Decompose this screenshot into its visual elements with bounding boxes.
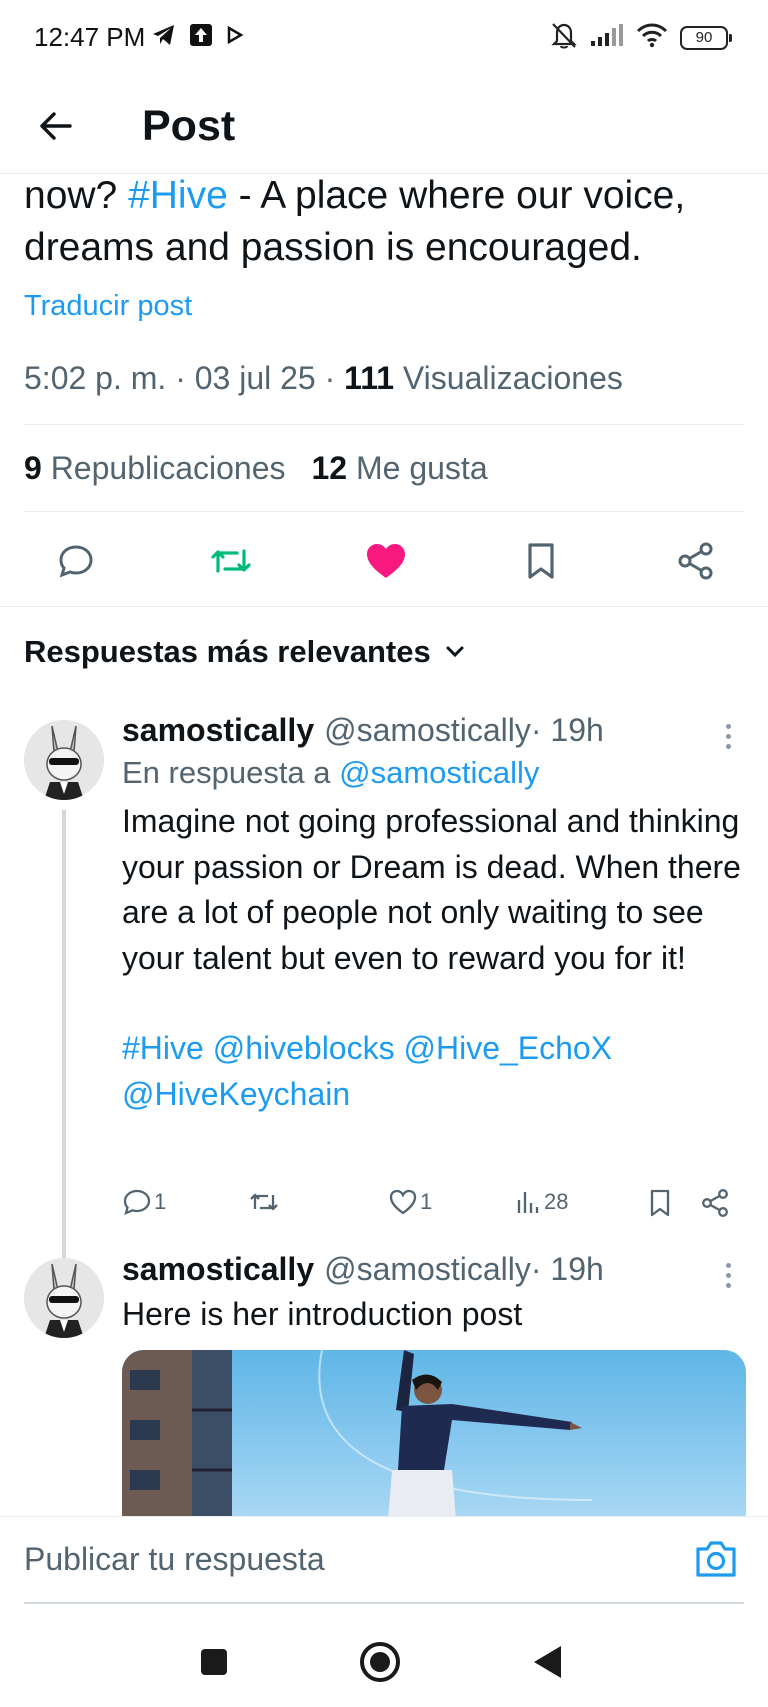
reply-repost-button[interactable]: [248, 1188, 280, 1216]
post-stats: 9 Republicaciones 12 Me gusta: [24, 450, 488, 487]
post-meta: 5:02 p. m. · 03 jul 25 · 111 Visualizaci…: [24, 360, 623, 396]
bookmark-icon: [650, 1189, 670, 1217]
post-time: 5:02 p. m.: [24, 360, 167, 396]
home-icon[interactable]: [358, 1640, 402, 1684]
reply-item[interactable]: samostically @samostically · 19h En resp…: [122, 712, 748, 1117]
reply-header: samostically @samostically · 19h: [122, 1251, 748, 1288]
back-button[interactable]: [30, 100, 82, 152]
views-count: 111: [344, 360, 395, 396]
share-icon: [702, 1189, 728, 1217]
reply-media-image[interactable]: [122, 1350, 746, 1520]
divider: [24, 511, 744, 512]
post-text-start: now?: [24, 174, 129, 217]
status-right-icons: 90: [550, 20, 732, 55]
views-icon: [517, 1192, 539, 1213]
avatar[interactable]: [24, 720, 104, 800]
in-reply-to: En respuesta a @samostically: [122, 755, 540, 790]
reply-views-button[interactable]: 28: [514, 1188, 568, 1216]
chevron-down-icon: [446, 646, 464, 658]
upload-icon: [190, 24, 212, 51]
post-text: now? #Hive - A place where our voice, dr…: [24, 170, 754, 274]
views-label: Visualizaciones: [394, 360, 623, 396]
heart-icon: [389, 1189, 417, 1215]
reply-author-handle[interactable]: @samostically: [324, 712, 531, 749]
reply-icon: [123, 1189, 151, 1215]
post-action-bar: [24, 528, 744, 594]
reply-icon[interactable]: [54, 539, 98, 583]
bookmark-icon[interactable]: [519, 539, 563, 583]
reply-comment-count: 1: [154, 1189, 167, 1214]
app-header: Post: [0, 80, 768, 174]
reply-like-count: 1: [420, 1189, 433, 1214]
status-left-icons: [152, 24, 244, 51]
post-date: 03 jul 25: [194, 360, 316, 396]
reposts-stat[interactable]: 9 Republicaciones: [24, 450, 286, 487]
reply-action-bar: 1 1 28: [122, 1188, 742, 1228]
more-options-icon[interactable]: [726, 724, 734, 749]
reply-composer: Publicar tu respuesta: [0, 1516, 768, 1610]
back-icon[interactable]: [526, 1640, 570, 1684]
reply-time: · 19h: [530, 712, 604, 748]
reply-views-count: 28: [544, 1189, 569, 1214]
reply-body: Imagine not going professional and think…: [122, 803, 741, 976]
repost-icon[interactable]: [209, 539, 253, 583]
thread-line: [62, 810, 66, 1260]
translate-post-link[interactable]: Traducir post: [24, 290, 192, 323]
likes-stat[interactable]: 12 Me gusta: [312, 450, 488, 487]
reply-to-handle-link[interactable]: @samostically: [339, 755, 539, 790]
hashtag-link[interactable]: #Hive: [128, 174, 228, 217]
reply-comment-button[interactable]: 1: [122, 1188, 166, 1216]
mute-icon: [550, 20, 578, 55]
replies-sort-label: Respuestas más relevantes: [24, 634, 431, 669]
recent-apps-icon[interactable]: [192, 1640, 236, 1684]
share-icon[interactable]: [674, 539, 718, 583]
page-title: Post: [142, 102, 236, 150]
reply-time: · 19h: [530, 1251, 604, 1287]
section-divider: [0, 606, 768, 607]
replies-sort-dropdown[interactable]: Respuestas más relevantes: [24, 634, 465, 670]
reply-body: Here is her introduction post: [122, 1296, 523, 1332]
avatar[interactable]: [24, 1258, 104, 1338]
reply-tags-line[interactable]: #Hive @hiveblocks @Hive_EchoX: [122, 1026, 748, 1072]
reply-item[interactable]: samostically @samostically · 19h Here is…: [122, 1251, 748, 1338]
battery-icon: 90: [680, 25, 732, 50]
liked-heart-icon[interactable]: [364, 539, 408, 583]
composer-underline: [24, 1602, 744, 1604]
system-nav-bar: [0, 1610, 768, 1707]
reply-author-handle[interactable]: @samostically: [324, 1251, 531, 1288]
repost-icon: [250, 1193, 278, 1211]
reply-header: samostically @samostically · 19h: [122, 712, 748, 749]
wifi-icon: [636, 22, 668, 53]
status-bar: 12:47 PM 90: [0, 0, 768, 76]
reply-input[interactable]: Publicar tu respuesta: [24, 1541, 325, 1578]
more-options-icon[interactable]: [726, 1263, 734, 1288]
reply-tags-line[interactable]: @HiveKeychain: [122, 1072, 748, 1118]
status-time: 12:47 PM: [34, 22, 146, 52]
camera-icon[interactable]: [694, 1539, 738, 1583]
telegram-icon: [152, 24, 176, 51]
play-icon: [226, 25, 244, 50]
reply-tags: #Hive @hiveblocks @Hive_EchoX @HiveKeych…: [122, 1026, 748, 1117]
reply-share-button[interactable]: [700, 1188, 730, 1218]
divider: [24, 424, 744, 425]
reply-like-button[interactable]: 1: [388, 1188, 432, 1216]
reply-author-name[interactable]: samostically: [122, 1251, 314, 1288]
arrow-left-icon: [40, 112, 72, 140]
dancer-photo: [122, 1350, 593, 1520]
signal-icon: [590, 23, 624, 52]
reply-author-name[interactable]: samostically: [122, 712, 314, 749]
reply-bookmark-button[interactable]: [648, 1188, 672, 1218]
